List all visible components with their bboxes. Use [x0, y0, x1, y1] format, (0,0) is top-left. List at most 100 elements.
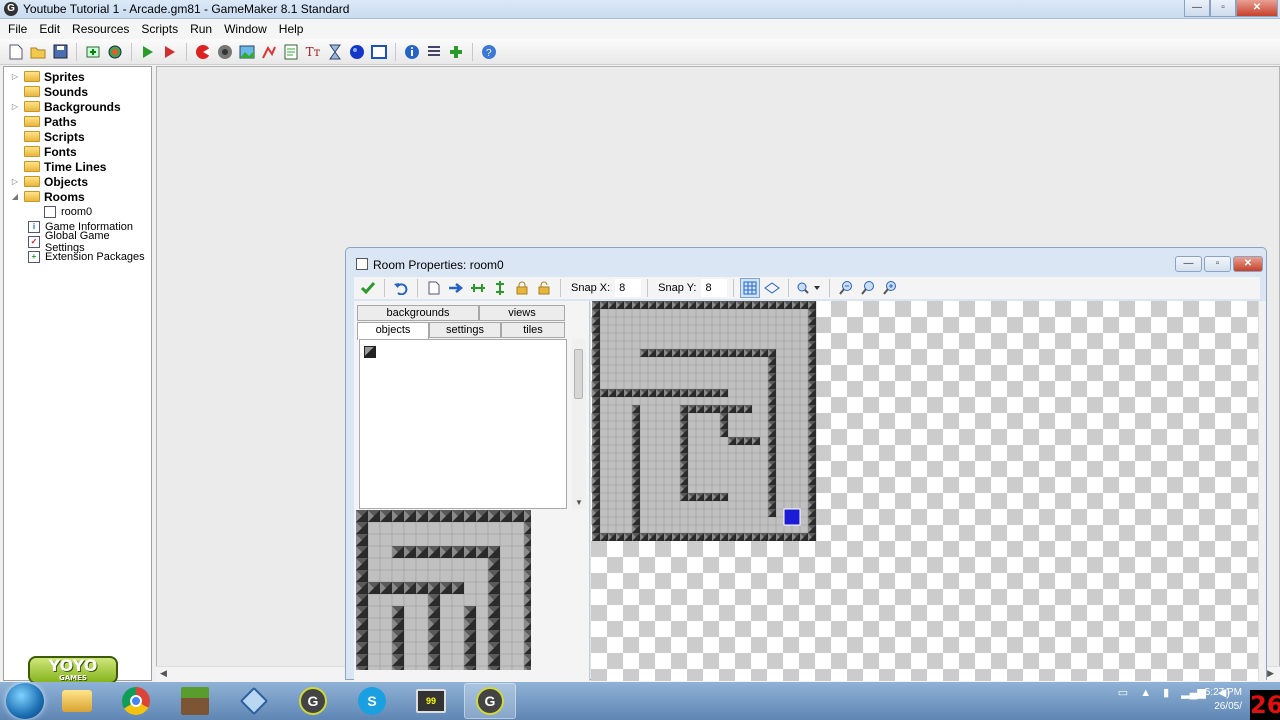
show-hidden-icons-icon[interactable]: ▲ [1140, 687, 1151, 699]
wall-tile [720, 421, 728, 429]
tree-folder-scripts[interactable]: Scripts [4, 129, 151, 144]
wall-tile [524, 570, 531, 582]
help-icon[interactable]: ? [479, 42, 499, 62]
shift-right-icon[interactable] [446, 278, 466, 298]
keyboard-icon[interactable]: ▭ [1118, 686, 1128, 699]
taskbar-clock[interactable]: 5:27 PM 26/05/ [1205, 686, 1242, 714]
expand-arrow-icon[interactable]: ▷ [10, 177, 20, 186]
tree-item-global-game-settings[interactable]: ✓ Global Game Settings [4, 230, 151, 254]
collapse-arrow-icon[interactable]: ◢ [10, 192, 20, 201]
room-editor-canvas[interactable] [591, 301, 1266, 681]
create-room-icon[interactable] [369, 42, 389, 62]
tree-folder-sounds[interactable]: Sounds [4, 84, 151, 99]
menu-window[interactable]: Window [218, 22, 273, 36]
player-instance[interactable] [783, 508, 801, 526]
ok-check-icon[interactable] [358, 278, 378, 298]
minimize-button[interactable]: — [1184, 0, 1210, 17]
open-folder-icon[interactable] [28, 42, 48, 62]
create-timeline-icon[interactable] [325, 42, 345, 62]
tab-backgrounds[interactable]: backgrounds [357, 305, 479, 321]
canvas-vertical-scrollbar[interactable] [1258, 301, 1266, 681]
scroll-thumb[interactable] [574, 349, 583, 399]
menu-scripts[interactable]: Scripts [135, 22, 184, 36]
scroll-left-icon[interactable]: ◀ [160, 668, 167, 679]
object-list-scrollbar[interactable]: ▼ [572, 339, 586, 509]
game-info-icon[interactable] [402, 42, 422, 62]
tree-folder-paths[interactable]: Paths [4, 114, 151, 129]
create-script-icon[interactable] [281, 42, 301, 62]
snap-y-input[interactable]: 8 [701, 279, 728, 297]
show-dropdown-icon[interactable] [795, 278, 823, 298]
wall-tile [356, 606, 368, 618]
create-sprite-icon[interactable] [193, 42, 213, 62]
maximize-button[interactable]: ▫ [1210, 0, 1236, 17]
menu-edit[interactable]: Edit [33, 22, 66, 36]
tab-tiles[interactable]: tiles [501, 322, 565, 338]
tab-settings[interactable]: settings [429, 322, 501, 338]
zoom-out-icon[interactable] [836, 278, 856, 298]
new-file-icon[interactable] [6, 42, 26, 62]
grid-toggle-icon[interactable] [740, 278, 761, 298]
snap-x-input[interactable]: 8 [615, 279, 642, 297]
network-signal-icon[interactable]: ▂▄▆ [1181, 686, 1206, 699]
menu-run[interactable]: Run [184, 22, 218, 36]
tab-views[interactable]: views [479, 305, 565, 321]
create-object-icon[interactable] [347, 42, 367, 62]
tree-folder-backgrounds[interactable]: ▷ Backgrounds [4, 99, 151, 114]
tree-folder-fonts[interactable]: Fonts [4, 144, 151, 159]
menu-help[interactable]: Help [273, 22, 310, 36]
create-background-icon[interactable] [237, 42, 257, 62]
sort-x-icon[interactable] [468, 278, 488, 298]
taskbar-skype[interactable]: S [346, 683, 398, 719]
save-icon[interactable] [50, 42, 70, 62]
tab-objects[interactable]: objects [357, 322, 429, 340]
taskbar-monitor[interactable]: 99 [405, 683, 457, 719]
tree-item-extension-packages[interactable]: + Extension Packages [4, 249, 151, 264]
extension-icon[interactable] [446, 42, 466, 62]
taskbar-explorer[interactable] [51, 683, 103, 719]
tree-item-room0[interactable]: room0 [4, 204, 151, 219]
zoom-normal-icon[interactable] [858, 278, 878, 298]
unlock-instances-icon[interactable] [534, 278, 554, 298]
taskbar-gamemaker-1[interactable]: G [287, 683, 339, 719]
menu-resources[interactable]: Resources [66, 22, 135, 36]
menu-file[interactable]: File [2, 22, 33, 36]
create-path-icon[interactable] [259, 42, 279, 62]
start-button-icon[interactable] [6, 683, 44, 719]
undo-icon[interactable] [391, 278, 411, 298]
taskbar-chrome[interactable] [110, 683, 162, 719]
isometric-grid-icon[interactable] [762, 278, 782, 298]
create-font-icon[interactable]: Tт [303, 42, 323, 62]
power-icon[interactable]: ▮ [1163, 686, 1169, 699]
tree-folder-objects[interactable]: ▷ Objects [4, 174, 151, 189]
wall-object-icon[interactable] [364, 346, 376, 358]
close-button[interactable]: ✕ [1236, 0, 1278, 17]
wall-tile [808, 525, 816, 533]
create-sound-icon[interactable] [215, 42, 235, 62]
clear-room-icon[interactable] [424, 278, 444, 298]
taskbar-minecraft[interactable] [169, 683, 221, 719]
scroll-down-icon[interactable]: ▼ [575, 498, 583, 507]
room-minimize-button[interactable]: — [1175, 256, 1202, 272]
expand-arrow-icon[interactable]: ▷ [10, 102, 20, 111]
expand-arrow-icon[interactable]: ▷ [10, 72, 20, 81]
wall-tile [656, 349, 664, 357]
run-icon[interactable] [138, 42, 158, 62]
tree-folder-time-lines[interactable]: Time Lines [4, 159, 151, 174]
wall-tile [380, 510, 392, 522]
lock-instances-icon[interactable] [512, 278, 532, 298]
tree-folder-rooms[interactable]: ◢ Rooms [4, 189, 151, 204]
sort-y-icon[interactable] [490, 278, 510, 298]
zoom-in-icon[interactable] [880, 278, 900, 298]
room-map[interactable] [592, 301, 817, 541]
publish-icon[interactable] [105, 42, 125, 62]
global-settings-icon[interactable] [424, 42, 444, 62]
room-close-button[interactable]: ✕ [1233, 256, 1263, 272]
room-maximize-button[interactable]: ▫ [1204, 256, 1231, 272]
debug-icon[interactable] [160, 42, 180, 62]
taskbar-app[interactable] [228, 683, 280, 719]
scroll-right-icon[interactable]: ▶ [1267, 668, 1274, 679]
tree-folder-sprites[interactable]: ▷ Sprites [4, 69, 151, 84]
export-icon[interactable] [83, 42, 103, 62]
taskbar-gamemaker-2[interactable]: G [464, 683, 516, 719]
